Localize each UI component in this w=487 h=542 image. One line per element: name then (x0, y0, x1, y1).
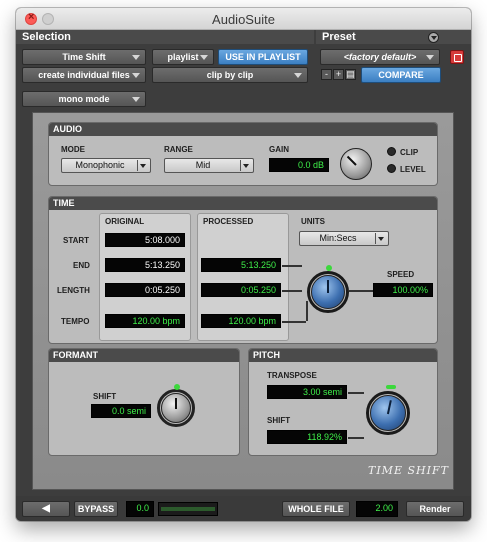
audiosuite-window: AudioSuite Selection Preset Time Shift p… (16, 8, 471, 521)
tempo-label: TEMPO (61, 317, 90, 326)
title-bar: AudioSuite (16, 8, 471, 30)
pitch-header: PITCH (249, 349, 437, 362)
units-label: UNITS (301, 217, 325, 226)
processed-length-display[interactable]: 0:05.250 (201, 283, 281, 297)
formant-shift-display[interactable]: 0.0 semi (91, 404, 151, 418)
gain-display[interactable]: 0.0 dB (269, 158, 329, 172)
end-label: END (73, 261, 90, 270)
preset-minus-button[interactable]: - (321, 69, 332, 80)
playlist-selector[interactable]: playlist (152, 49, 214, 65)
bypass-button[interactable]: BYPASS (74, 501, 118, 517)
pitch-shift-display[interactable]: 118.92% (267, 430, 347, 444)
processed-tempo-display[interactable]: 120.00 bpm (201, 314, 281, 328)
connector-line (282, 265, 302, 267)
compare-button[interactable]: COMPARE (361, 67, 441, 83)
connector-line (282, 290, 302, 292)
units-selector[interactable]: Min:Secs (299, 231, 389, 246)
file-mode-selector[interactable]: create individual files (22, 67, 146, 83)
processing-mode-selector[interactable]: clip by clip (152, 67, 308, 83)
formant-shift-knob[interactable] (157, 384, 195, 427)
plugin-selector[interactable]: Time Shift (22, 49, 146, 65)
preset-header-label: Preset (322, 31, 356, 43)
connector-line (348, 437, 364, 439)
connector-line (306, 301, 308, 321)
preset-menu-icon[interactable] (428, 32, 439, 43)
original-start-display: 5:08.000 (105, 233, 185, 247)
use-in-playlist-button[interactable]: USE IN PLAYLIST (218, 49, 308, 65)
time-header: TIME (49, 197, 437, 210)
bottom-bar: ◀ BYPASS 0.0 WHOLE FILE 2.00 Render (16, 496, 471, 521)
original-length-display[interactable]: 0:05.250 (105, 283, 185, 297)
clip-label: CLIP (400, 148, 419, 157)
speed-knob[interactable] (307, 265, 349, 313)
selection-header: Selection (16, 30, 314, 44)
pitch-shift-label: SHIFT (267, 416, 291, 425)
pitch-knob[interactable] (366, 385, 410, 435)
connector-line (348, 392, 364, 394)
formant-header: FORMANT (49, 349, 239, 362)
preset-selector[interactable]: <factory default> (320, 49, 440, 65)
time-shift-logo: TIME SHIFT (368, 464, 449, 477)
window-title: AudioSuite (212, 12, 275, 27)
pitch-section: PITCH TRANSPOSE 3.00 semi SHIFT 118.92% (248, 348, 438, 456)
level-label: LEVEL (400, 165, 426, 174)
range-selector[interactable]: Mid (164, 158, 254, 173)
original-tempo-display[interactable]: 120.00 bpm (105, 314, 185, 328)
length-label: LENGTH (57, 286, 90, 295)
transpose-display[interactable]: 3.00 semi (267, 385, 347, 399)
handle-length-display[interactable]: 2.00 (356, 501, 398, 517)
gain-label: GAIN (269, 145, 289, 154)
level-meter (158, 502, 218, 516)
start-label: START (63, 236, 90, 245)
preset-header: Preset (316, 30, 471, 44)
preset-plus-button[interactable]: + (333, 69, 344, 80)
formant-section: FORMANT SHIFT 0.0 semi (48, 348, 240, 456)
audio-section: AUDIO MODE Monophonic RANGE Mid GAIN 0.0… (48, 122, 438, 186)
render-button[interactable]: Render (406, 501, 464, 517)
speed-label: SPEED (387, 270, 415, 279)
handle-length-value: 2.00 (375, 503, 393, 513)
mode-label: MODE (61, 145, 85, 154)
connector-line (282, 321, 306, 323)
original-end-display: 5:13.250 (105, 258, 185, 272)
transpose-label: TRANSPOSE (267, 371, 317, 380)
time-section: TIME ORIGINAL PROCESSED START END LENGTH… (48, 196, 438, 344)
channel-mode-selector[interactable]: mono mode (22, 91, 146, 107)
connector-line (349, 290, 373, 292)
gain-knob[interactable] (340, 148, 372, 180)
speaker-icon: ◀ (42, 503, 50, 514)
processed-end-display[interactable]: 5:13.250 (201, 258, 281, 272)
target-icon[interactable] (450, 50, 464, 64)
level-indicator (387, 164, 396, 173)
audition-button[interactable]: ◀ (22, 501, 70, 517)
audio-header: AUDIO (49, 123, 437, 136)
speed-display[interactable]: 100.00% (373, 283, 433, 297)
formant-shift-label: SHIFT (93, 392, 117, 401)
original-label: ORIGINAL (105, 217, 145, 226)
preset-copy-icon[interactable]: ▤ (345, 69, 356, 80)
mode-selector[interactable]: Monophonic (61, 158, 151, 173)
clip-indicator (387, 147, 396, 156)
whole-file-button[interactable]: WHOLE FILE (282, 501, 350, 517)
range-label: RANGE (164, 145, 193, 154)
level-display: 0.0 (126, 501, 154, 517)
processed-label: PROCESSED (203, 217, 254, 226)
